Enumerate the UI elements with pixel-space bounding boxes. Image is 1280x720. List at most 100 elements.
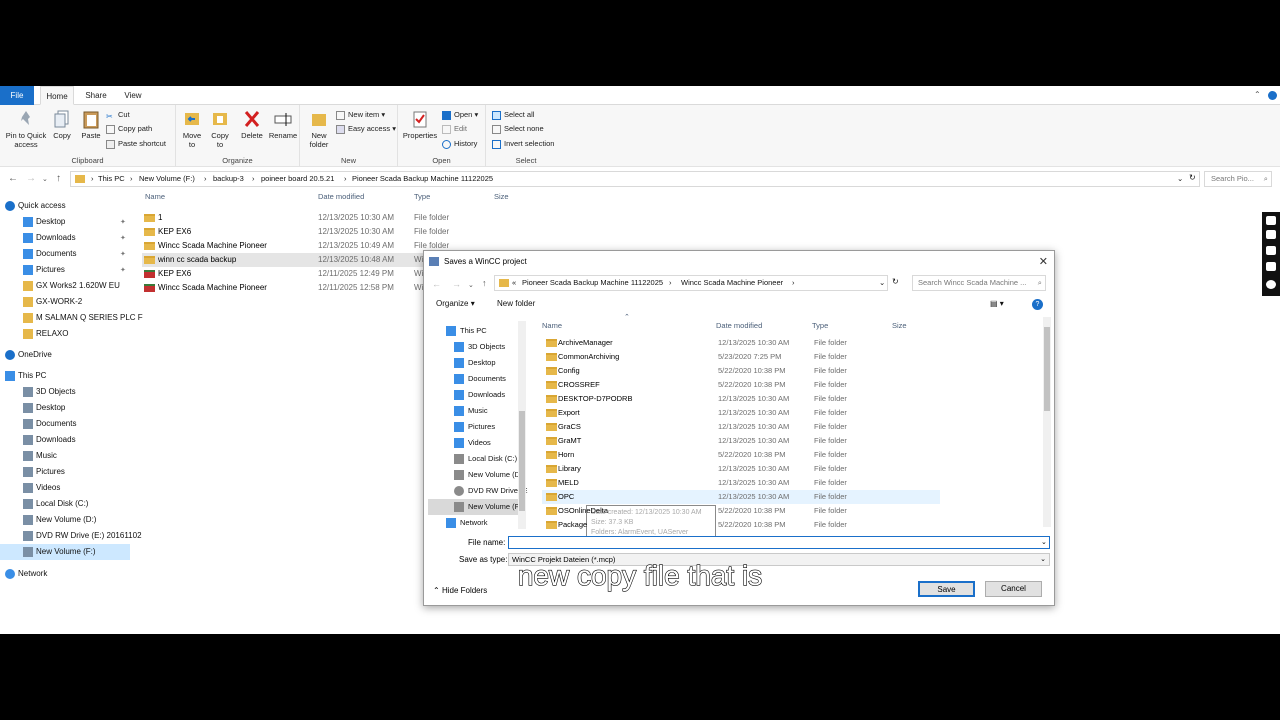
rename-button[interactable]: Rename	[268, 109, 298, 140]
dialog-nav-scroll-thumb[interactable]	[519, 411, 525, 511]
history-button[interactable]: History	[442, 138, 477, 150]
gear-icon[interactable]	[1266, 280, 1276, 289]
dialog-nav-item[interactable]: DVD RW Drive (E:)	[428, 483, 528, 499]
dialog-search-input[interactable]: Search Wincc Scada Machine ... ⌕	[912, 275, 1046, 291]
pin-icon[interactable]: ✦	[120, 215, 126, 231]
dialog-breadcrumb-pioneer[interactable]: Pioneer Scada Backup Machine 11122025	[522, 278, 663, 287]
new-folder-button[interactable]: New folder	[306, 109, 332, 149]
nav-pc-item[interactable]: New Volume (F:)	[0, 544, 130, 560]
dialog-new-folder-button[interactable]: New folder	[497, 299, 535, 308]
dialog-forward-arrow-icon[interactable]: →	[452, 279, 461, 289]
nav-quick-item[interactable]: GX-WORK-2	[0, 294, 130, 310]
nav-quick-item[interactable]: M SALMAN Q SERIES PLC F	[0, 310, 143, 326]
dialog-nav-item[interactable]: Videos	[428, 435, 518, 451]
breadcrumb-this-pc[interactable]: This PC	[98, 174, 125, 183]
organize-button[interactable]: Organize ▾	[436, 299, 475, 308]
dialog-list-scrollbar[interactable]	[1043, 317, 1051, 527]
pin-icon[interactable]: ✦	[120, 263, 126, 279]
dialog-folder-row[interactable]: GraMT 12/13/2025 10:30 AM File folder	[542, 434, 940, 448]
new-item-button[interactable]: New item ▾	[336, 109, 385, 121]
copy-to-button[interactable]: Copy to	[208, 109, 232, 149]
invert-selection-button[interactable]: Invert selection	[492, 138, 554, 150]
copy-button[interactable]: Copy	[50, 109, 74, 140]
forward-arrow-icon[interactable]: →	[26, 173, 36, 184]
paste-button[interactable]: Paste	[78, 109, 104, 140]
select-all-button[interactable]: Select all	[492, 109, 534, 121]
dialog-breadcrumb-wincc[interactable]: Wincc Scada Machine Pioneer	[681, 278, 783, 287]
open-button[interactable]: Open ▾	[442, 109, 478, 121]
nav-quick-item[interactable]: RELAXO	[0, 326, 130, 342]
help-icon[interactable]: ?	[1032, 299, 1043, 310]
col-size[interactable]: Size	[494, 192, 509, 201]
breadcrumb-poineer-board[interactable]: poineer board 20.5.21	[261, 174, 334, 183]
tab-view[interactable]: View	[118, 86, 148, 105]
dialog-nav-item[interactable]: New Volume (D:)	[428, 467, 525, 483]
dialog-address-dropdown-icon[interactable]: ⌄	[879, 278, 885, 287]
window-icon[interactable]	[1266, 262, 1276, 271]
move-to-button[interactable]: Move to	[180, 109, 204, 149]
file-row[interactable]: 1 12/13/2025 10:30 AM File folder	[142, 211, 1022, 225]
file-row[interactable]: KEP EX6 12/13/2025 10:30 AM File folder	[142, 225, 1022, 239]
nav-quick-item[interactable]: Documents ✦	[0, 246, 130, 262]
dialog-nav-item[interactable]: New Volume (F:)	[428, 499, 524, 515]
up-arrow-icon[interactable]: ↑	[56, 173, 61, 184]
dialog-folder-row[interactable]: GraCS 12/13/2025 10:30 AM File folder	[542, 420, 940, 434]
nav-pc-item[interactable]: 3D Objects	[0, 384, 130, 400]
dialog-nav-item[interactable]: Pictures	[428, 419, 518, 435]
dialog-folder-row[interactable]: CommonArchiving 5/23/2020 7:25 PM File fol…	[542, 350, 940, 364]
breadcrumb-pioneer-scada[interactable]: Pioneer Scada Backup Machine 11122025	[352, 174, 493, 183]
dialog-nav-item[interactable]: 3D Objects	[428, 339, 518, 355]
dialog-nav-item[interactable]: Local Disk (C:)	[428, 451, 518, 467]
dialog-nav-item[interactable]: Network	[428, 515, 518, 529]
file-name-dropdown-icon[interactable]: ⌄	[1041, 538, 1047, 546]
col-date[interactable]: Date modified	[318, 192, 364, 201]
nav-pc-item[interactable]: Documents	[0, 416, 130, 432]
tab-file[interactable]: File	[0, 86, 34, 105]
dialog-col-size[interactable]: Size	[892, 321, 907, 330]
dialog-folder-row[interactable]: DESKTOP-D7PODRB 12/13/2025 10:30 AM File f…	[542, 392, 940, 406]
delete-button[interactable]: Delete	[238, 109, 266, 140]
dialog-folder-row[interactable]: Horn 5/22/2020 10:38 PM File folder	[542, 448, 940, 462]
dialog-folder-row[interactable]: Library 12/13/2025 10:30 AM File folder	[542, 462, 940, 476]
breadcrumb-backup[interactable]: backup-3	[213, 174, 244, 183]
chevron-up-icon[interactable]: ⌃	[1254, 90, 1261, 99]
dialog-nav-item[interactable]: Music	[428, 403, 518, 419]
address-dropdown-icon[interactable]: ⌄	[1177, 174, 1183, 183]
nav-quick-item[interactable]: GX Works2 1.620W EU	[0, 278, 130, 294]
back-arrow-icon[interactable]: ←	[8, 173, 18, 184]
nav-this-pc[interactable]: This PC	[0, 368, 130, 384]
chevron-down-icon[interactable]: ⌄	[42, 175, 48, 183]
nav-pc-item[interactable]: Videos	[0, 480, 130, 496]
dialog-col-date[interactable]: Date modified	[716, 321, 762, 330]
dialog-nav-item[interactable]: Downloads	[428, 387, 518, 403]
address-bar[interactable]: › This PC › New Volume (F:) › backup-3 ›…	[70, 171, 1200, 187]
pin-icon[interactable]: ✦	[120, 231, 126, 247]
col-type[interactable]: Type	[414, 192, 430, 201]
pin-icon[interactable]: ✦	[120, 247, 126, 263]
dialog-folder-row[interactable]: OPC 12/13/2025 10:30 AM File folder	[542, 490, 940, 504]
nav-quick-access[interactable]: Quick access	[0, 198, 130, 214]
dialog-nav-item[interactable]: Documents	[428, 371, 518, 387]
dialog-refresh-icon[interactable]: ↻	[892, 277, 899, 286]
paste-shortcut-button[interactable]: Paste shortcut	[106, 138, 166, 150]
video-icon[interactable]	[1266, 246, 1276, 255]
dialog-folder-row[interactable]: CROSSREF 5/22/2020 10:38 PM File folder	[542, 378, 940, 392]
dialog-nav-item[interactable]: This PC	[428, 323, 518, 339]
properties-button[interactable]: Properties	[400, 109, 440, 140]
dialog-col-type[interactable]: Type	[812, 321, 828, 330]
file-name-input[interactable]	[508, 536, 1050, 549]
camera-icon[interactable]	[1266, 230, 1276, 239]
view-options-icon[interactable]: ▤ ▾	[990, 299, 1004, 308]
nav-pc-item[interactable]: Music	[0, 448, 130, 464]
dialog-folder-row[interactable]: ArchiveManager 12/13/2025 10:30 AM File fo…	[542, 336, 940, 350]
dialog-folder-row[interactable]: Export 12/13/2025 10:30 AM File folder	[542, 406, 940, 420]
screenshot-icon[interactable]	[1266, 216, 1276, 225]
pin-button[interactable]: Pin to Quick access	[4, 109, 48, 149]
help-icon[interactable]	[1268, 91, 1277, 100]
cut-button[interactable]: ✂ Cut	[106, 109, 130, 121]
nav-pc-item[interactable]: New Volume (D:)	[0, 512, 130, 528]
tab-home[interactable]: Home	[40, 86, 74, 105]
dialog-folder-row[interactable]: Package 5/22/2020 10:38 PM File folder	[542, 518, 940, 532]
dialog-nav-scrollbar[interactable]	[518, 321, 526, 529]
col-name[interactable]: Name	[145, 192, 165, 201]
